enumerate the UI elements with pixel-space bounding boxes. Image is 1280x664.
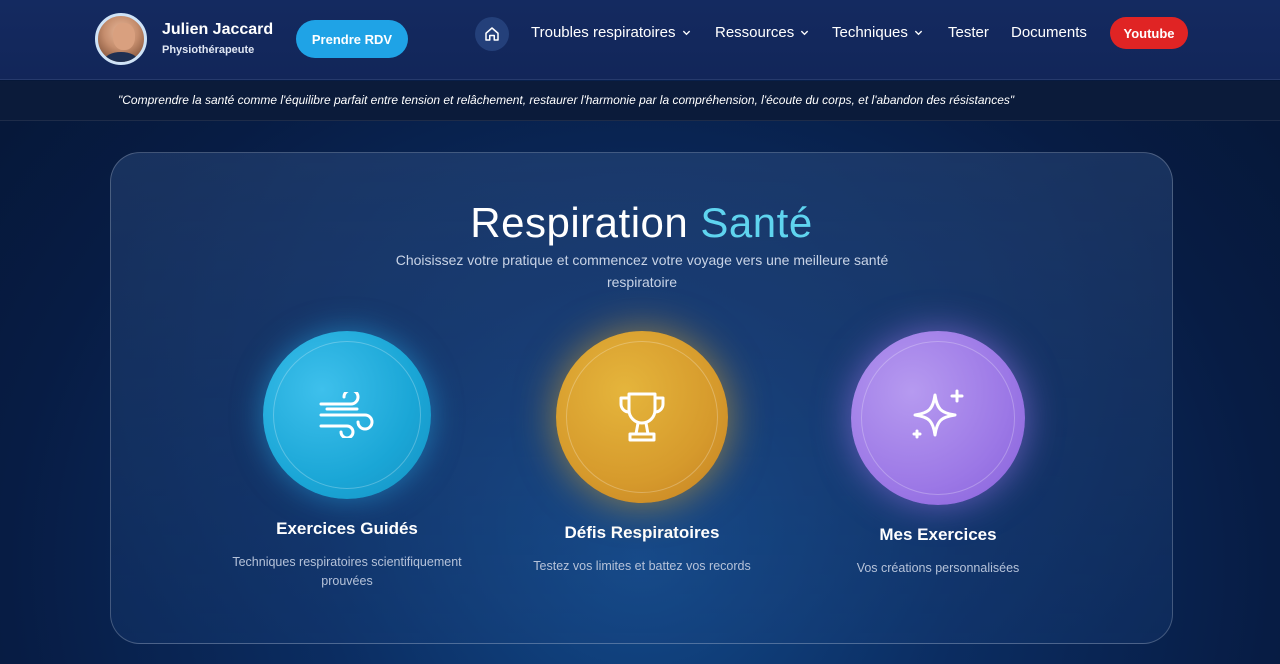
home-icon <box>485 27 499 41</box>
feature-title: Mes Exercices <box>879 525 997 544</box>
nav-label: Tester <box>948 24 989 41</box>
title-accent: Santé <box>700 199 813 246</box>
author-role: Physiothérapeute <box>162 44 255 56</box>
feature-description: Vos créations personnalisées <box>856 561 1020 575</box>
main-card: Respiration Santé Choisissez votre prati… <box>110 152 1173 644</box>
nav-documents[interactable]: Documents <box>1011 24 1087 41</box>
quote-text: "Comprendre la santé comme l'équilibre p… <box>118 93 1015 107</box>
feature-guided-exercises[interactable]: Exercices Guidés Techniques respiratoire… <box>227 331 467 591</box>
feature-circle[interactable] <box>263 331 431 499</box>
feature-title: Défis Respiratoires <box>564 523 720 542</box>
feature-description: Testez vos limites et battez vos records <box>533 559 751 573</box>
nav-label: Ressources <box>715 24 795 41</box>
author-name[interactable]: Julien Jaccard <box>162 21 273 39</box>
nav-ressources[interactable]: Ressources <box>715 24 809 41</box>
page-subtitle: Choisissez votre pratique et commencez v… <box>395 252 889 290</box>
nav-techniques[interactable]: Techniques <box>832 24 923 41</box>
home-button[interactable] <box>475 17 509 51</box>
chevron-down-icon <box>801 30 809 36</box>
nav-tester[interactable]: Tester <box>948 24 989 41</box>
feature-circle[interactable] <box>851 331 1025 505</box>
chevron-down-icon <box>914 30 923 36</box>
feature-description: Techniques respiratoires scientifiquemen… <box>232 555 462 588</box>
wind-icon <box>319 392 374 438</box>
nav-troubles-respiratoires[interactable]: Troubles respiratoires <box>531 24 691 41</box>
feature-title: Exercices Guidés <box>276 519 418 538</box>
sparkle-icon <box>912 389 964 439</box>
feature-circle[interactable] <box>556 331 728 503</box>
trophy-icon <box>619 392 665 442</box>
avatar[interactable] <box>95 13 147 65</box>
title-main: Respiration <box>470 199 689 246</box>
nav-label: Documents <box>1011 24 1087 41</box>
quote-bar: "Comprendre la santé comme l'équilibre p… <box>0 81 1280 121</box>
nav-label: Troubles respiratoires <box>531 24 676 41</box>
nav-label: Techniques <box>832 24 908 41</box>
site-header: Julien Jaccard Physiothérapeute Prendre … <box>0 0 1280 80</box>
feature-my-exercises[interactable]: Mes Exercices Vos créations personnalisé… <box>818 331 1058 578</box>
chevron-down-icon <box>682 30 690 36</box>
page-title: Respiration Santé <box>111 199 1172 247</box>
feature-breathing-challenges[interactable]: Défis Respiratoires Testez vos limites e… <box>522 331 762 576</box>
book-appointment-button[interactable]: Prendre RDV <box>296 20 408 58</box>
youtube-button[interactable]: Youtube <box>1110 17 1188 49</box>
